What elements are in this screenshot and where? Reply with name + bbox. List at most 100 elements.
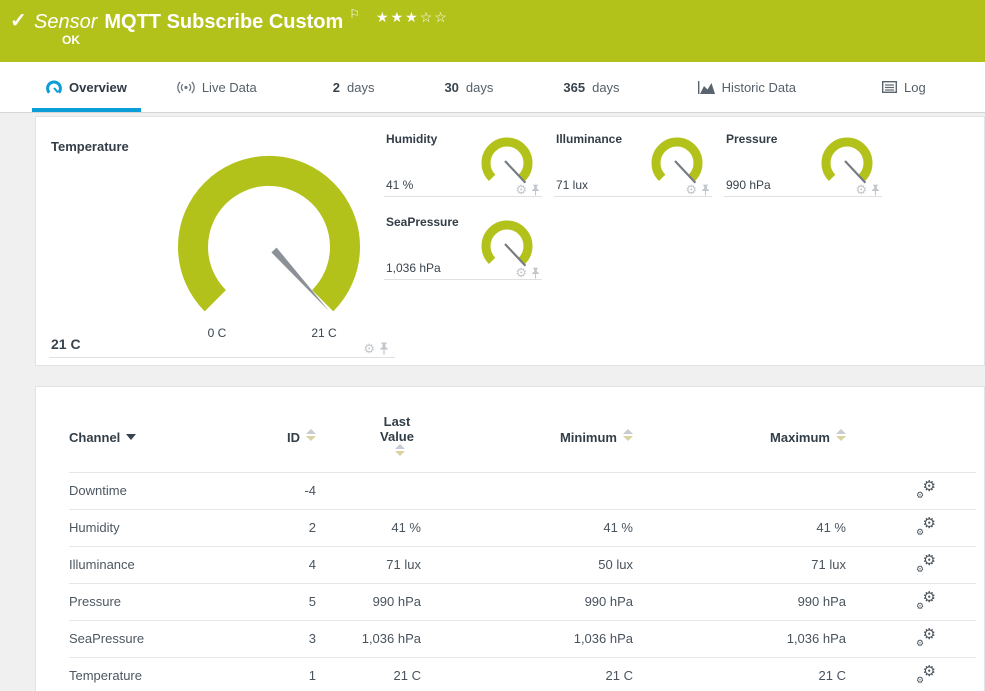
sort-icon — [395, 444, 405, 456]
page-title: MQTT Subscribe Custom — [104, 11, 343, 33]
column-header-id[interactable]: ID — [269, 387, 316, 472]
channel-name: Humidity — [69, 509, 269, 546]
content-area: Temperature 0 C 21 C 21 C ⚙ Humidity 41 … — [0, 113, 985, 691]
column-header-maximum[interactable]: Maximum — [633, 387, 846, 472]
gauge-settings-gear-icon[interactable]: ⚙ — [515, 266, 527, 279]
channels-card: Channel ID Last Value Minimum Maximum — [35, 386, 985, 691]
table-row: Downtime -4 ⚙⚙ — [69, 472, 976, 509]
gauge-max-label: 21 C — [302, 326, 346, 340]
channel-maximum — [633, 472, 846, 509]
gauge-settings-gear-icon[interactable]: ⚙ — [515, 183, 527, 196]
channel-settings-gears-icon[interactable]: ⚙⚙ — [916, 554, 936, 572]
gauge-current-value: 990 hPa — [726, 178, 771, 192]
gauge-current-value: 71 lux — [556, 178, 588, 192]
status-badge: OK — [62, 33, 80, 47]
tab-2-days[interactable]: 2 days — [319, 62, 389, 112]
channel-minimum: 50 lux — [421, 546, 633, 583]
sensor-type-label: Sensor — [34, 11, 97, 33]
channel-last-value — [316, 472, 421, 509]
gauge-current-value: 41 % — [386, 178, 413, 192]
table-row: Temperature 1 21 C 21 C 21 C ⚙⚙ — [69, 657, 976, 691]
temperature-gauge — [174, 155, 364, 330]
pin-icon[interactable] — [531, 267, 540, 279]
channel-maximum: 1,036 hPa — [633, 620, 846, 657]
log-icon — [882, 81, 897, 93]
channel-minimum: 41 % — [421, 509, 633, 546]
channel-settings-gears-icon[interactable]: ⚙⚙ — [916, 628, 936, 646]
channel-name: Pressure — [69, 583, 269, 620]
sort-icon — [836, 429, 846, 441]
tab-bar: Overview Live Data 2 days 30 days 365 da… — [0, 62, 985, 113]
channel-maximum: 21 C — [633, 657, 846, 691]
channel-last-value: 1,036 hPa — [316, 620, 421, 657]
sort-desc-icon — [126, 434, 136, 440]
channel-id: -4 — [269, 472, 316, 509]
sensor-header: ✓ Sensor MQTT Subscribe Custom ⚐ ★★★☆☆ OK — [0, 0, 985, 62]
gauge-title: SeaPressure — [386, 215, 459, 229]
pin-icon[interactable] — [379, 342, 389, 355]
tab-365-days[interactable]: 365 days — [549, 62, 633, 112]
sort-icon — [623, 429, 633, 441]
sort-icon — [306, 429, 316, 441]
channel-id: 3 — [269, 620, 316, 657]
gauge-title: Humidity — [386, 132, 437, 146]
channel-last-value: 990 hPa — [316, 583, 421, 620]
status-ok-check-icon: ✓ — [10, 8, 27, 33]
channel-name: Illuminance — [69, 546, 269, 583]
channel-name: Temperature — [69, 657, 269, 691]
gauge-settings-gear-icon[interactable]: ⚙ — [685, 183, 697, 196]
gauge-min-label: 0 C — [195, 326, 239, 340]
channel-maximum: 71 lux — [633, 546, 846, 583]
tab-log[interactable]: Log — [868, 62, 940, 112]
tab-historic-data[interactable]: Historic Data — [684, 62, 810, 112]
channel-last-value: 21 C — [316, 657, 421, 691]
channel-minimum: 21 C — [421, 657, 633, 691]
channel-settings-gears-icon[interactable]: ⚙⚙ — [916, 480, 936, 498]
channel-settings-gears-icon[interactable]: ⚙⚙ — [916, 517, 936, 535]
channel-settings-gears-icon[interactable]: ⚙⚙ — [916, 665, 936, 683]
channel-maximum: 990 hPa — [633, 583, 846, 620]
table-row: SeaPressure 3 1,036 hPa 1,036 hPa 1,036 … — [69, 620, 976, 657]
channel-minimum: 1,036 hPa — [421, 620, 633, 657]
channel-maximum: 41 % — [633, 509, 846, 546]
channel-id: 2 — [269, 509, 316, 546]
gauge-settings-gear-icon[interactable]: ⚙ — [855, 183, 867, 196]
table-row: Pressure 5 990 hPa 990 hPa 990 hPa ⚙⚙ — [69, 583, 976, 620]
tab-live-data[interactable]: Live Data — [163, 62, 271, 112]
channel-last-value: 71 lux — [316, 546, 421, 583]
mini-gauge-panel: SeaPressure 1,036 hPa ⚙ — [384, 210, 542, 280]
pin-icon[interactable] — [871, 184, 880, 196]
pin-icon[interactable] — [701, 184, 710, 196]
channel-id: 4 — [269, 546, 316, 583]
broadcast-icon — [177, 81, 195, 94]
table-row: Humidity 2 41 % 41 % 41 % ⚙⚙ — [69, 509, 976, 546]
channel-minimum — [421, 472, 633, 509]
column-header-channel[interactable]: Channel — [69, 387, 269, 472]
channel-minimum: 990 hPa — [421, 583, 633, 620]
tab-30-days[interactable]: 30 days — [430, 62, 507, 112]
priority-stars[interactable]: ★★★☆☆ — [376, 9, 449, 25]
channel-id: 1 — [269, 657, 316, 691]
column-header-minimum[interactable]: Minimum — [421, 387, 633, 472]
gauge-current-value: 1,036 hPa — [386, 261, 441, 275]
column-header-settings — [846, 387, 976, 472]
gauge-panel-temperature: Temperature 0 C 21 C 21 C ⚙ — [49, 127, 395, 358]
gauge-title: Pressure — [726, 132, 777, 146]
gauge-current-value: 21 C — [51, 336, 81, 352]
mini-gauge-panel: Humidity 41 % ⚙ — [384, 127, 542, 197]
channel-settings-gears-icon[interactable]: ⚙⚙ — [916, 591, 936, 609]
channel-id: 5 — [269, 583, 316, 620]
channel-name: Downtime — [69, 472, 269, 509]
mini-gauge-panel: Illuminance 71 lux ⚙ — [554, 127, 712, 197]
gauge-title: Illuminance — [556, 132, 622, 146]
pin-icon[interactable] — [531, 184, 540, 196]
gauge-settings-gear-icon[interactable]: ⚙ — [363, 342, 375, 355]
table-header-row: Channel ID Last Value Minimum Maximum — [69, 387, 976, 472]
mini-gauges-grid: Humidity 41 % ⚙ Illuminance 71 lux ⚙ Pre… — [384, 127, 882, 280]
column-header-last-value[interactable]: Last Value — [316, 387, 421, 472]
tab-overview[interactable]: Overview — [32, 62, 141, 112]
table-row: Illuminance 4 71 lux 50 lux 71 lux ⚙⚙ — [69, 546, 976, 583]
flag-icon[interactable]: ⚐ — [349, 7, 360, 21]
channel-last-value: 41 % — [316, 509, 421, 546]
channel-name: SeaPressure — [69, 620, 269, 657]
